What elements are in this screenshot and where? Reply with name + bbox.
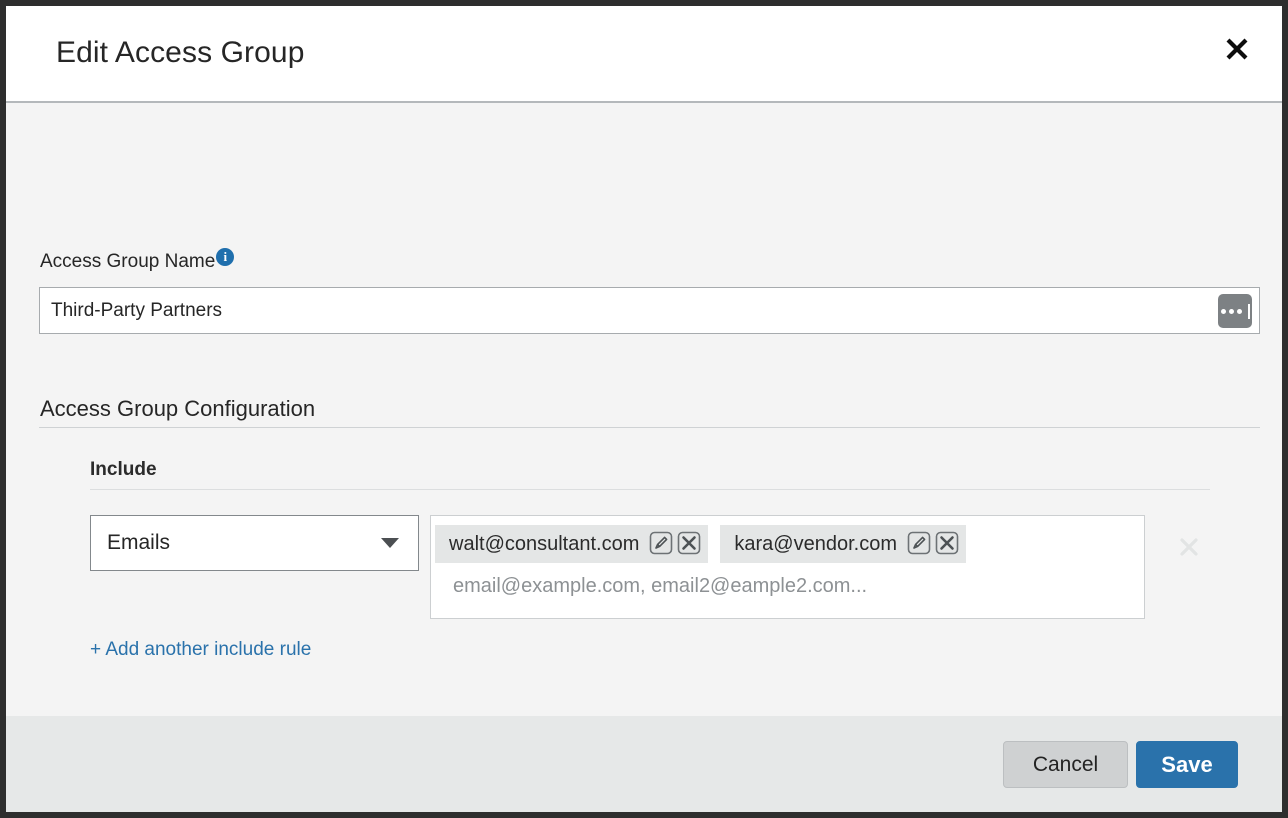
ellipsis-icon xyxy=(1220,303,1250,319)
close-icon xyxy=(677,531,701,558)
section-divider xyxy=(39,427,1260,428)
close-icon xyxy=(1175,533,1203,564)
close-icon xyxy=(935,531,959,558)
dialog-header: Edit Access Group xyxy=(6,6,1282,103)
include-rule-type-select[interactable]: Emails xyxy=(90,515,419,571)
close-icon xyxy=(1224,36,1250,62)
email-token: kara@vendor.com xyxy=(720,525,966,563)
remove-include-rule-button[interactable] xyxy=(1168,527,1210,569)
email-token-label: walt@consultant.com xyxy=(449,532,640,555)
access-group-name-label: Access Group Name xyxy=(40,251,216,272)
cancel-button[interactable]: Cancel xyxy=(1003,741,1128,788)
configuration-section-title: Access Group Configuration xyxy=(40,396,316,421)
info-icon[interactable]: i xyxy=(216,248,235,266)
dialog-body: Access Group Name i Access Group Configu… xyxy=(6,103,1282,716)
footer-actions: Cancel Save xyxy=(1003,741,1238,788)
chevron-down-icon xyxy=(381,538,399,548)
close-button[interactable] xyxy=(1216,28,1258,70)
email-token-edit-button[interactable] xyxy=(648,531,674,557)
email-token-list: walt@consultant.com kara@vendor.com xyxy=(431,525,1144,563)
edit-access-group-dialog: Edit Access Group Access Group Name i Th… xyxy=(6,6,1282,812)
email-token-remove-button[interactable] xyxy=(934,531,960,557)
emails-token-field[interactable]: walt@consultant.com kara@vendor.com emai… xyxy=(430,515,1145,619)
save-button[interactable]: Save xyxy=(1136,741,1238,788)
add-include-rule-link[interactable]: + Add another include rule xyxy=(90,639,311,661)
email-token-remove-button[interactable] xyxy=(676,531,702,557)
include-divider xyxy=(90,489,1210,490)
include-heading: Include xyxy=(90,459,157,480)
pencil-icon xyxy=(649,531,673,558)
pencil-icon xyxy=(907,531,931,558)
name-picker-button[interactable] xyxy=(1218,294,1252,328)
email-token-edit-button[interactable] xyxy=(906,531,932,557)
access-group-name-field-wrapper xyxy=(39,287,1260,334)
access-group-name-label-row: Access Group Name i xyxy=(40,248,235,273)
email-token: walt@consultant.com xyxy=(435,525,709,563)
page-title: Edit Access Group xyxy=(56,36,305,69)
email-token-label: kara@vendor.com xyxy=(734,532,897,555)
emails-input[interactable] xyxy=(453,575,1133,608)
dialog-footer: Cancel Save xyxy=(6,716,1282,812)
access-group-name-input[interactable] xyxy=(40,288,1200,333)
include-rule-type-value: Emails xyxy=(107,531,171,554)
